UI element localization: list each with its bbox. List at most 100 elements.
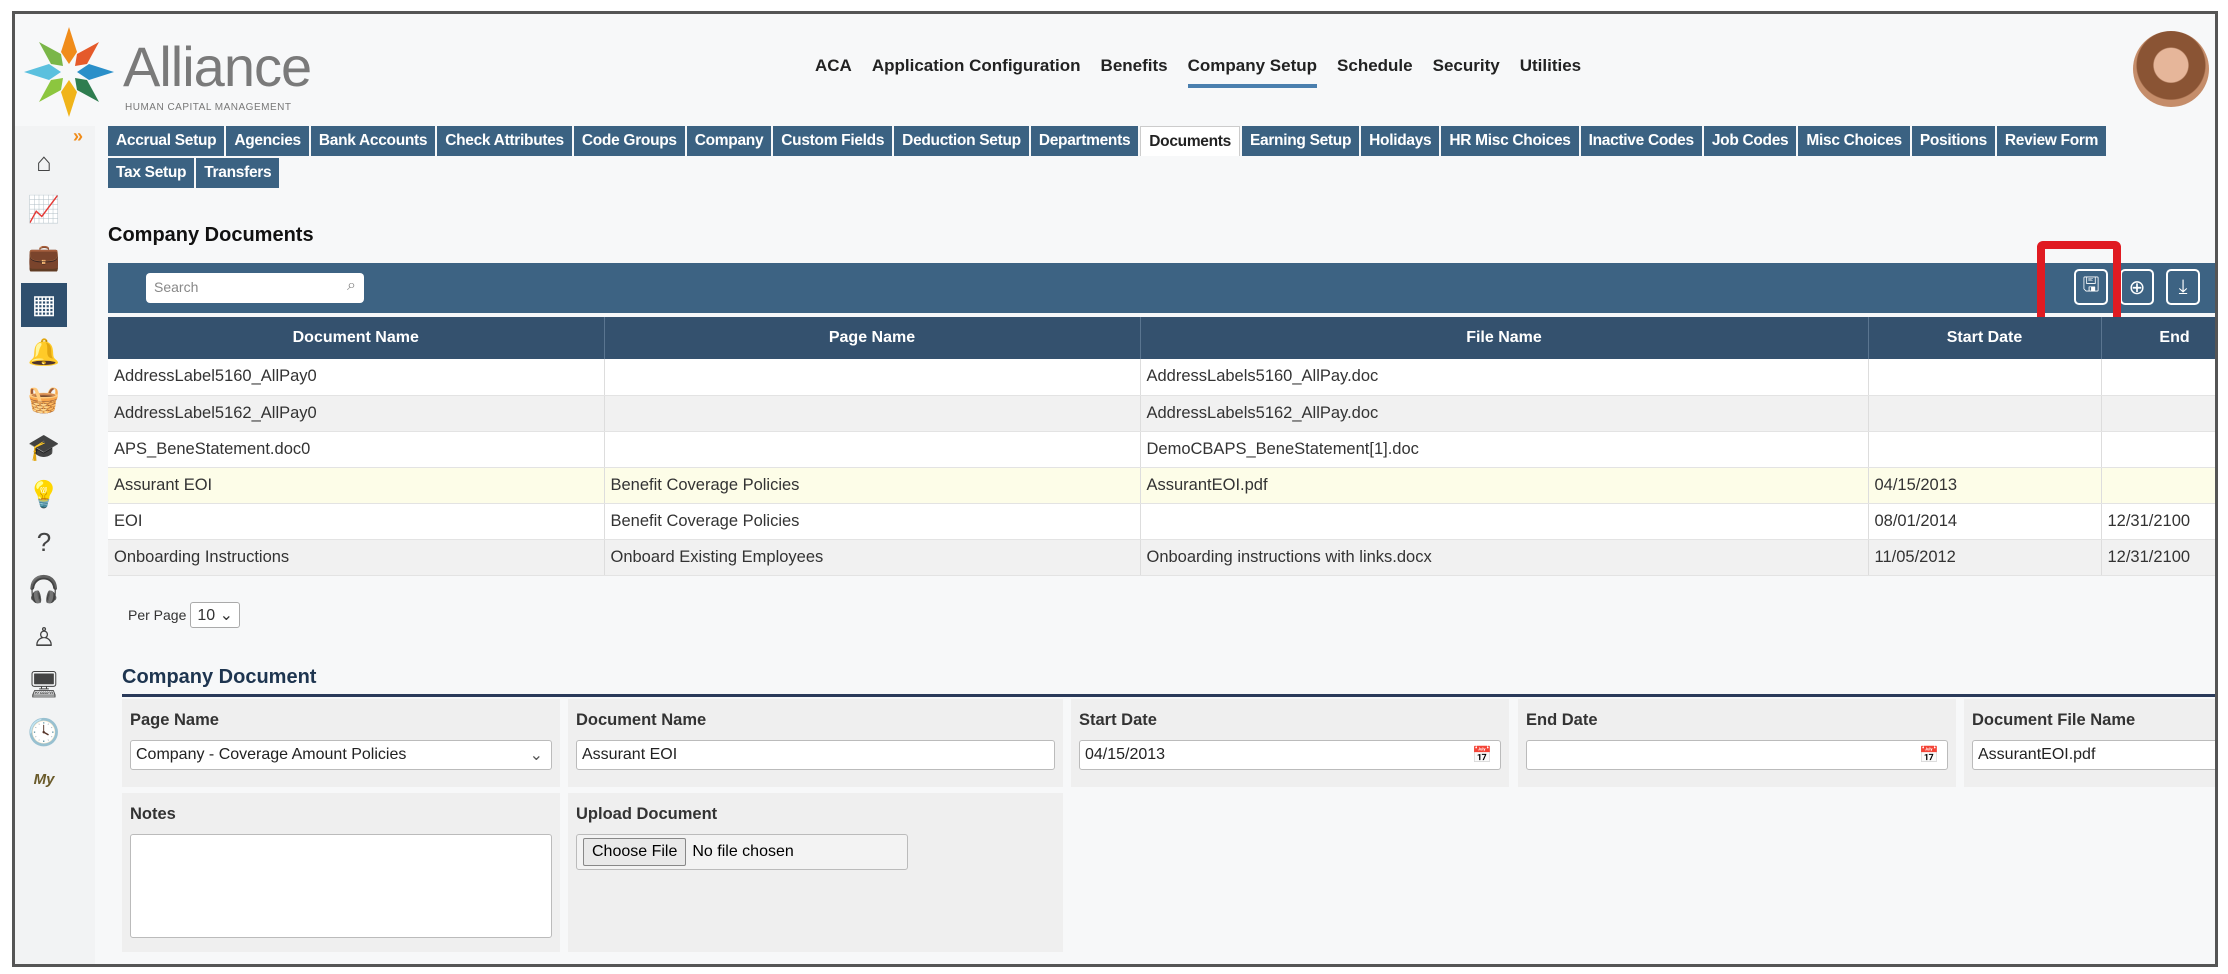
column-header-page-name[interactable]: Page Name [604,317,1141,359]
column-header-document-name[interactable]: Document Name [108,317,605,359]
page-name-group: Page Name Company - Coverage Amount Poli… [122,699,560,787]
start-date-input[interactable]: 04/15/2013 📅 [1079,740,1501,770]
table-row[interactable]: AddressLabel5162_AllPay0 AddressLabels516… [108,395,2215,432]
bell-icon[interactable]: 🔔 [21,330,67,374]
mypay-icon[interactable]: My [21,758,67,802]
calendar-icon[interactable]: 📅 [1919,745,1939,765]
chevron-down-icon: ⌄ [529,747,543,764]
tab-earning-setup[interactable]: Earning Setup [1241,126,1360,156]
nav-application-configuration[interactable]: Application Configuration [872,56,1081,88]
cell-page-name [604,395,1141,432]
cell-file-name [1140,503,1869,540]
clock-icon[interactable]: 🕓 [21,710,67,754]
monitor-icon[interactable]: 🖥 [21,663,67,707]
tab-accrual-setup[interactable]: Accrual Setup [108,126,225,156]
search-icon: ⌕ [347,277,356,294]
basket-icon[interactable]: 🧺 [21,378,67,422]
graduation-cap-icon[interactable]: 🎓 [21,425,67,469]
nav-security[interactable]: Security [1433,56,1500,88]
table-row[interactable]: Assurant EOI Benefit Coverage Policies Ass… [108,467,2215,504]
cell-document-name: AddressLabel5160_AllPay0 [108,359,605,396]
file-name-group: Document File Name AssurantEOI.pdf [1964,699,2215,787]
tab-check-attributes[interactable]: Check Attributes [437,126,572,156]
per-page-select[interactable]: 10 ⌄ [190,602,241,628]
tab-inactive-codes[interactable]: Inactive Codes [1580,126,1702,156]
tab-hr-misc-choices[interactable]: HR Misc Choices [1441,126,1579,156]
logo[interactable]: Alliance HUMAN CAPITAL MANAGEMENT [19,20,329,120]
tab-holidays[interactable]: Holidays [1361,126,1440,156]
table-row[interactable]: EOI Benefit Coverage Policies 08/01/2014 12… [108,503,2215,540]
table-row[interactable]: AddressLabel5160_AllPay0 AddressLabels516… [108,359,2215,396]
tab-job-codes[interactable]: Job Codes [1703,126,1797,156]
nav-schedule[interactable]: Schedule [1337,56,1413,88]
person-icon[interactable]: ♙ [21,615,67,659]
end-date-group: End Date 📅 [1518,699,1956,787]
cell-page-name: Benefit Coverage Policies [604,503,1141,540]
column-header-start-date[interactable]: Start Date [1868,317,2102,359]
calendar-icon[interactable]: 📅 [1472,745,1492,765]
tab-transfers[interactable]: Transfers [196,158,280,188]
sidebar: ⌂ 📈 💼 ▦ 🔔 🧺 🎓 💡? 🎧 ♙ 🖥 🕓 My [15,126,95,964]
logo-mark-icon [24,27,114,117]
top-nav: ACA Application Configuration Benefits C… [815,56,1581,88]
tab-code-groups[interactable]: Code Groups [573,126,685,156]
document-name-input[interactable]: Assurant EOI [576,740,1055,770]
building-icon[interactable]: ▦ [21,282,67,327]
tab-tax-setup[interactable]: Tax Setup [108,158,195,188]
tab-agencies[interactable]: Agencies [226,126,309,156]
tab-bar: Accrual Setup Agencies Bank Accounts Check … [108,126,2215,190]
cell-page-name [604,359,1141,396]
tab-review-form[interactable]: Review Form [1996,126,2107,156]
cell-document-name: Assurant EOI [108,467,605,504]
brand-tagline: HUMAN CAPITAL MANAGEMENT [125,102,292,113]
expand-sidebar-icon[interactable]: » [73,126,83,147]
briefcase-icon[interactable]: 💼 [21,235,67,279]
tab-custom-fields[interactable]: Custom Fields [773,126,893,156]
cell-file-name: AssurantEOI.pdf [1140,467,1869,504]
download-icon[interactable]: ⤓ [2166,269,2200,305]
nav-aca[interactable]: ACA [815,56,852,88]
cell-file-name: DemoCBAPS_BeneStatement[1].doc [1140,431,1869,468]
app-window: Alliance HUMAN CAPITAL MANAGEMENT ACA Ap… [12,11,2218,967]
lightbulb-icon[interactable]: 💡 [21,473,67,517]
tab-company[interactable]: Company [686,126,772,156]
cell-start-date [1868,359,2102,396]
cell-start-date [1868,395,2102,432]
tab-positions[interactable]: Positions [1911,126,1995,156]
cell-document-name: APS_BeneStatement.doc0 [108,431,605,468]
file-name-input[interactable]: AssurantEOI.pdf [1972,740,2215,770]
cell-document-name: AddressLabel5162_AllPay0 [108,395,605,432]
add-icon[interactable]: ⊕ [2120,269,2154,305]
divider [122,694,2215,697]
tab-documents[interactable]: Documents [1140,126,1240,156]
analytics-icon[interactable]: 📈 [21,188,67,232]
nav-company-setup[interactable]: Company Setup [1187,56,1318,88]
choose-file-button[interactable]: Choose File [583,838,687,866]
notes-textarea[interactable] [130,834,552,938]
nav-benefits[interactable]: Benefits [1101,56,1168,88]
help-icon[interactable]: ? [21,520,67,564]
tab-bank-accounts[interactable]: Bank Accounts [310,126,436,156]
end-date-input[interactable]: 📅 [1526,740,1948,770]
table-row[interactable]: Onboarding Instructions Onboard Existing … [108,539,2215,576]
tab-departments[interactable]: Departments [1030,126,1139,156]
grid-toolbar: Search ⌕ 🖫 ⊕ ⤓ [108,263,2215,313]
column-header-end[interactable]: End [2101,317,2215,359]
upload-label: Upload Document [576,805,718,823]
home-icon[interactable]: ⌂ [21,140,67,184]
cell-end: 12/31/2100 [2101,539,2215,576]
headset-icon[interactable]: 🎧 [21,568,67,612]
tab-deduction-setup[interactable]: Deduction Setup [894,126,1029,156]
search-input[interactable]: Search ⌕ [146,273,364,303]
cell-end [2101,467,2215,504]
tab-misc-choices[interactable]: Misc Choices [1798,126,1910,156]
table-row[interactable]: APS_BeneStatement.doc0 DemoCBAPS_BeneStat… [108,431,2215,468]
nav-utilities[interactable]: Utilities [1520,56,1581,88]
cell-end [2101,395,2215,432]
per-page: Per Page 10 ⌄ [128,602,241,628]
cell-document-name: EOI [108,503,605,540]
user-avatar[interactable] [2133,31,2209,107]
column-header-file-name[interactable]: File Name [1140,317,1869,359]
page-name-select[interactable]: Company - Coverage Amount Policies ⌄ [130,740,552,770]
upload-group: Upload Document Choose File No file chos… [568,793,1063,952]
